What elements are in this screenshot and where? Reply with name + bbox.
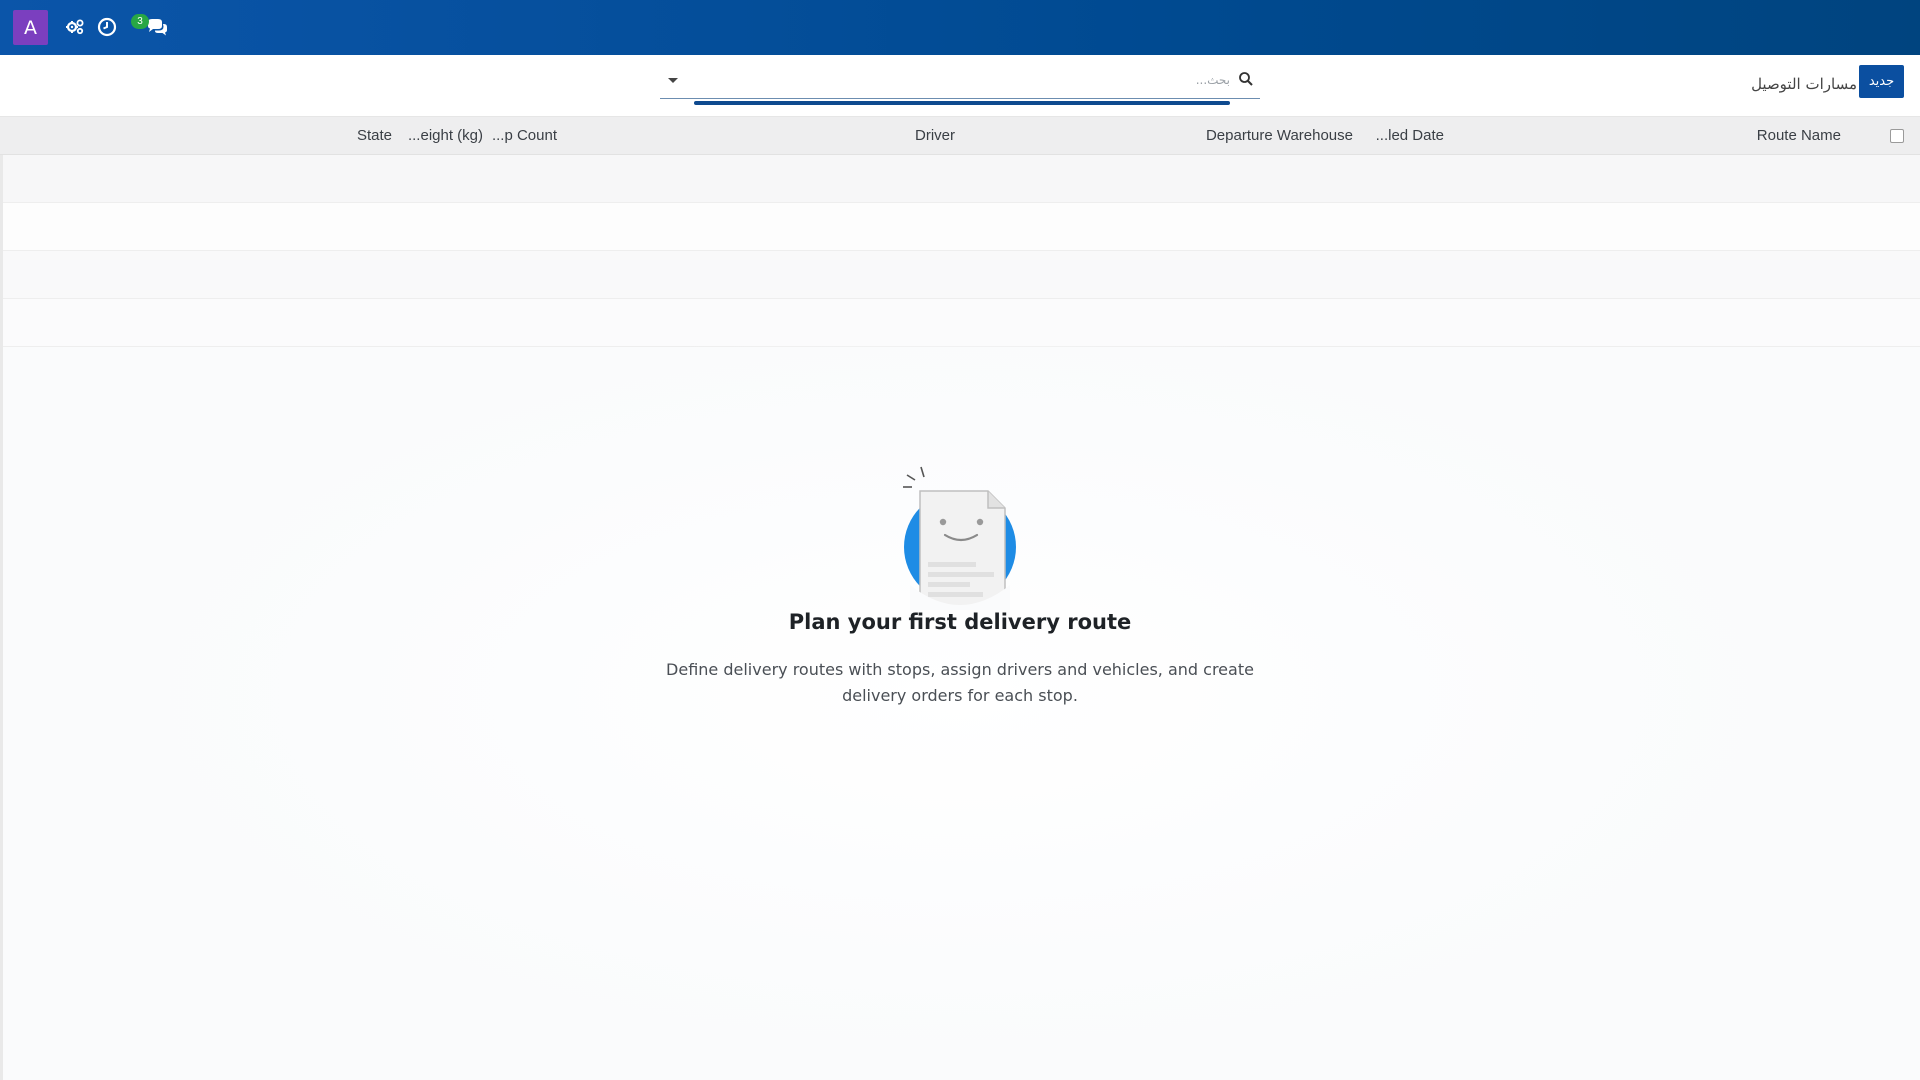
helper-title: Plan your first delivery route bbox=[788, 610, 1132, 634]
column-stop-count[interactable]: ...p Count bbox=[492, 117, 557, 155]
helper-text: Define delivery routes with stops, assig… bbox=[666, 660, 1254, 705]
table-row bbox=[0, 251, 1920, 299]
list-header: Route Name ...led Date Departure Warehou… bbox=[0, 117, 1920, 155]
search-progress-bar bbox=[694, 101, 1230, 105]
search-icon bbox=[1239, 72, 1253, 86]
control-panel: جديد مسارات التوصيل bbox=[0, 55, 1920, 117]
column-driver[interactable]: Driver bbox=[915, 117, 955, 155]
user-avatar[interactable]: A bbox=[13, 10, 48, 45]
clock-icon[interactable] bbox=[96, 16, 118, 38]
top-navbar: A 3 bbox=[0, 0, 1920, 55]
column-departure-warehouse[interactable]: Departure Warehouse bbox=[1206, 117, 1353, 155]
cogs-icon[interactable] bbox=[64, 16, 86, 38]
chevron-down-icon[interactable] bbox=[666, 73, 680, 87]
search-input[interactable] bbox=[694, 69, 1230, 91]
column-state[interactable]: State bbox=[357, 117, 392, 155]
new-button[interactable]: جديد bbox=[1859, 65, 1904, 98]
breadcrumb: مسارات التوصيل bbox=[1751, 75, 1857, 93]
column-route-name[interactable]: Route Name bbox=[1757, 117, 1841, 155]
empty-document-illustration bbox=[903, 466, 1016, 610]
messages-badge: 3 bbox=[131, 14, 149, 29]
column-scheduled-date[interactable]: ...led Date bbox=[1376, 117, 1444, 155]
table-row bbox=[0, 203, 1920, 251]
left-edge-shadow bbox=[0, 155, 3, 1080]
select-all-checkbox[interactable] bbox=[1890, 129, 1904, 143]
column-weight[interactable]: ...eight (kg) bbox=[408, 117, 483, 155]
search-box bbox=[660, 67, 1260, 105]
table-row bbox=[0, 299, 1920, 347]
table-row bbox=[0, 155, 1920, 203]
